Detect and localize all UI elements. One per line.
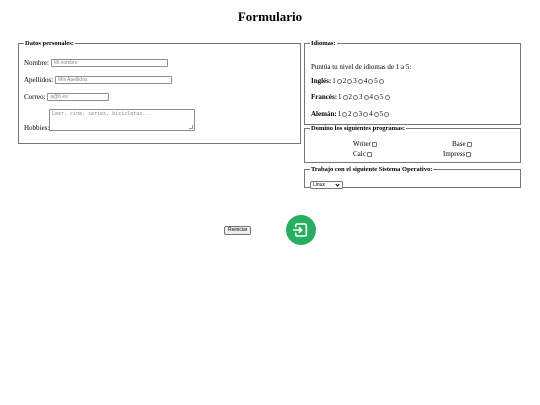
nombre-label: Nombre: — [24, 59, 49, 67]
personal-data-fieldset: Datos personales: Nombre: Mi nombre Apel… — [18, 40, 301, 144]
level-label: 3 — [353, 77, 357, 85]
radio-aleman-5[interactable] — [384, 111, 390, 117]
lang-label: Alemán: — [311, 110, 337, 118]
page-title: Formulario — [237, 9, 303, 24]
checkbox-impress[interactable] — [466, 151, 472, 157]
radio-frances-4[interactable] — [374, 94, 380, 100]
lang-row-frances: Francés: 1 2 3 4 5 — [311, 93, 391, 101]
chevron-down-icon — [335, 181, 340, 187]
idiomas-legend: Idiomas: — [311, 40, 336, 47]
nombre-input[interactable]: Mi nombre — [50, 59, 168, 67]
lang-row-aleman: Alemán: 1 2 3 4 5 — [311, 110, 390, 118]
level-label: 2 — [342, 77, 347, 85]
level-label: 1 — [338, 93, 342, 101]
level-label: 5 — [374, 77, 378, 85]
radio-frances-1[interactable] — [342, 94, 348, 100]
personal-data-legend: Datos personales: — [25, 40, 74, 47]
login-icon — [293, 223, 308, 237]
radio-aleman-3[interactable] — [363, 111, 369, 117]
level-label: 3 — [359, 93, 363, 101]
os-select[interactable]: Linux — [310, 181, 343, 189]
idiomas-fieldset: Idiomas: Puntúa tu nivel de idiomas de 1… — [304, 40, 521, 125]
level-label: 1 — [332, 77, 336, 85]
correo-input[interactable]: a@b.es — [47, 93, 110, 101]
hobbies-textarea[interactable]: Leer, cine, series, bicicletas... — [49, 109, 195, 131]
level-label: 2 — [348, 93, 353, 101]
program-label: Base — [452, 140, 466, 148]
radio-frances-2[interactable] — [353, 94, 359, 100]
correo-label: Correo: — [24, 93, 46, 101]
level-label: 3 — [358, 110, 363, 118]
level-label: 1 — [337, 110, 342, 118]
resize-grip-icon[interactable] — [189, 125, 193, 129]
hobbies-placeholder: Leer, cine, series, bicicletas... — [52, 111, 152, 117]
program-item-impress: Impress — [443, 150, 472, 158]
sistema-legend: Trabajo con el siguiente Sistema Operati… — [311, 166, 433, 173]
program-item-calc: Calc — [353, 150, 372, 158]
level-label: 4 — [363, 77, 368, 85]
radio-aleman-2[interactable] — [352, 111, 358, 117]
radio-ingles-3[interactable] — [357, 78, 363, 84]
level-label: 5 — [380, 93, 384, 101]
checkbox-calc[interactable] — [366, 151, 372, 157]
radio-ingles-2[interactable] — [347, 78, 353, 84]
program-item-writer: Writer — [353, 140, 377, 148]
program-label: Impress — [443, 150, 466, 158]
submit-button[interactable] — [286, 215, 316, 245]
radio-frances-3[interactable] — [363, 94, 369, 100]
lang-row-ingles: Inglés: 1 2 3 4 5 — [311, 77, 385, 85]
level-label: 2 — [348, 110, 352, 118]
checkbox-base[interactable] — [466, 141, 472, 147]
level-label: 4 — [369, 93, 374, 101]
program-item-base: Base — [452, 140, 472, 148]
checkbox-writer[interactable] — [372, 141, 377, 147]
hobbies-label: Hobbies: — [24, 124, 50, 132]
apellidos-label: Apellidos: — [24, 76, 54, 84]
radio-aleman-4[interactable] — [373, 111, 379, 117]
reset-button[interactable]: Reiniciar — [224, 226, 252, 235]
radio-ingles-5[interactable] — [378, 78, 384, 84]
level-label: 4 — [369, 110, 373, 118]
program-label: Calc — [353, 150, 366, 158]
programas-legend: Domino los siguientes programas: — [311, 125, 405, 132]
program-label: Writer — [353, 140, 371, 148]
apellidos-input[interactable]: Mis Apellidos — [55, 76, 173, 84]
radio-ingles-4[interactable] — [368, 78, 374, 84]
level-label: 5 — [379, 110, 384, 118]
radio-frances-5[interactable] — [384, 94, 390, 100]
programas-fieldset: Domino los siguientes programas: Writer … — [304, 125, 521, 163]
lang-label: Francés: — [311, 93, 338, 101]
os-selected-value: Linux — [313, 182, 325, 188]
lang-label: Inglés: — [311, 77, 332, 85]
radio-ingles-1[interactable] — [336, 78, 342, 84]
radio-aleman-1[interactable] — [342, 111, 348, 117]
idiomas-intro: Puntúa tu nivel de idiomas de 1 a 5: — [311, 63, 412, 71]
sistema-fieldset: Trabajo con el siguiente Sistema Operati… — [304, 166, 521, 189]
